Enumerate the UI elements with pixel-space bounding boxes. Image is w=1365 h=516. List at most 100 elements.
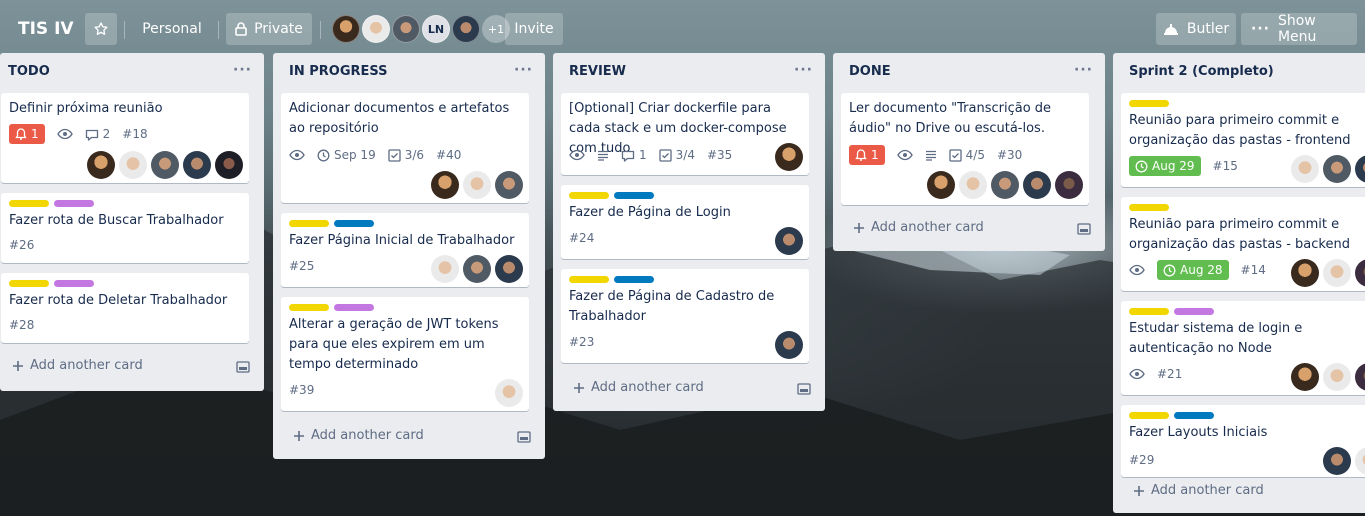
card[interactable]: Fazer de Página de Cadastro de Trabalhad…: [561, 269, 809, 363]
list-title: Sprint 2 (Completo): [1129, 64, 1274, 79]
member-avatar[interactable]: [392, 15, 420, 43]
board-title[interactable]: TIS IV: [18, 13, 74, 45]
butler-button[interactable]: Butler: [1156, 13, 1236, 45]
card-members: [431, 255, 523, 283]
member-avatar[interactable]: [927, 171, 955, 199]
member-avatar[interactable]: [119, 151, 147, 179]
member-avatar[interactable]: [1355, 155, 1365, 183]
card[interactable]: Fazer rota de Buscar Trabalhador #26: [1, 193, 249, 263]
list-title[interactable]: TODO: [8, 64, 50, 79]
add-card-button[interactable]: Add another card: [853, 220, 984, 235]
add-card-label: Add another card: [871, 220, 984, 235]
visibility-private-button[interactable]: Private: [226, 13, 312, 45]
card-members: [1291, 363, 1365, 391]
card-template-icon[interactable]: [236, 361, 250, 373]
member-avatar[interactable]: [1023, 171, 1051, 199]
add-card-button[interactable]: Add another card: [12, 358, 143, 373]
card-badges: #21: [1129, 364, 1182, 384]
member-avatar[interactable]: [1323, 259, 1351, 287]
member-avatar[interactable]: [1355, 259, 1365, 287]
member-avatar[interactable]: [1291, 363, 1319, 391]
card-members: [87, 151, 243, 179]
member-avatar[interactable]: [87, 151, 115, 179]
list-menu-button[interactable]: ···: [514, 62, 533, 78]
card-title: Fazer rota de Buscar Trabalhador: [9, 213, 224, 228]
member-avatar[interactable]: [332, 15, 360, 43]
member-avatar[interactable]: [463, 171, 491, 199]
member-avatar[interactable]: [463, 255, 491, 283]
member-avatar[interactable]: [1291, 259, 1319, 287]
member-avatar[interactable]: [452, 15, 480, 43]
watch-badge: [56, 124, 73, 144]
label-blue: [1174, 412, 1214, 419]
member-avatar[interactable]: [1355, 363, 1365, 391]
card-template-icon[interactable]: [1077, 223, 1091, 235]
card-badges: Sep 19 3/6 #40: [289, 145, 461, 165]
card-id: #26: [9, 238, 35, 252]
show-menu-button[interactable]: ··· Show Menu: [1241, 13, 1357, 45]
member-avatar[interactable]: [1291, 155, 1319, 183]
member-avatar[interactable]: [495, 255, 523, 283]
member-avatar[interactable]: [495, 379, 523, 407]
member-avatar[interactable]: [1323, 363, 1351, 391]
lock-icon: [235, 22, 247, 36]
invite-button[interactable]: Invite: [505, 13, 563, 45]
member-avatar[interactable]: [183, 151, 211, 179]
member-avatar[interactable]: [215, 151, 243, 179]
member-avatar[interactable]: [1055, 171, 1083, 199]
plus-icon: [854, 222, 864, 233]
card-badges: #25: [289, 256, 314, 276]
card[interactable]: Fazer de Página de Login #24: [561, 185, 809, 259]
list-menu-button[interactable]: ···: [233, 62, 252, 78]
card[interactable]: Alterar a geração de JWT tokens para que…: [281, 297, 529, 411]
card-badges: #39: [289, 380, 314, 400]
member-avatar-initials[interactable]: LN: [422, 15, 450, 43]
member-avatar[interactable]: [431, 255, 459, 283]
list-header[interactable]: REVIEW ···: [553, 53, 825, 91]
member-avatar[interactable]: [151, 151, 179, 179]
list-header[interactable]: Sprint 2 (Completo): [1113, 53, 1365, 91]
member-avatar[interactable]: [1323, 447, 1351, 475]
list-header[interactable]: TODO ···: [0, 53, 264, 91]
card[interactable]: Definir próxima reunião 1 2 #18: [1, 93, 249, 183]
add-card-label: Add another card: [591, 380, 704, 395]
star-button[interactable]: [85, 13, 117, 45]
card-members: [431, 171, 523, 199]
member-avatar[interactable]: [991, 171, 1019, 199]
team-personal-button[interactable]: Personal: [132, 13, 212, 45]
card-id: #35: [706, 148, 733, 162]
member-avatar[interactable]: [959, 171, 987, 199]
member-avatar[interactable]: [495, 171, 523, 199]
card-labels: [9, 200, 94, 207]
list-menu-button[interactable]: ···: [794, 62, 813, 78]
card-template-icon[interactable]: [517, 431, 531, 443]
add-card-button[interactable]: Add another card: [1133, 483, 1264, 498]
list-header[interactable]: IN PROGRESS ···: [273, 53, 545, 91]
notification-badge: 1: [849, 145, 885, 165]
card[interactable]: Reunião para primeiro commit e organizaç…: [1121, 197, 1365, 291]
card[interactable]: Adicionar documentos e artefatos ao repo…: [281, 93, 529, 203]
member-avatar[interactable]: [775, 331, 803, 359]
list-menu-button[interactable]: ···: [1074, 62, 1093, 78]
card-labels: [1129, 100, 1169, 107]
card[interactable]: Ler documento "Transcrição de áudio" no …: [841, 93, 1089, 205]
card[interactable]: Estudar sistema de login e autenticação …: [1121, 301, 1365, 395]
add-card-button[interactable]: Add another card: [573, 380, 704, 395]
member-avatar[interactable]: [1323, 155, 1351, 183]
member-avatar[interactable]: [1355, 447, 1365, 475]
card[interactable]: Reunião para primeiro commit e organizaç…: [1121, 93, 1365, 187]
member-avatar[interactable]: [362, 15, 390, 43]
add-card-button[interactable]: Add another card: [293, 428, 424, 443]
card[interactable]: Fazer Layouts Iniciais #29: [1121, 405, 1365, 477]
card[interactable]: Fazer Página Inicial de Trabalhador #25: [281, 213, 529, 287]
member-avatar[interactable]: [431, 171, 459, 199]
card[interactable]: [Optional] Criar dockerfile para cada st…: [561, 93, 809, 175]
card[interactable]: Fazer rota de Deletar Trabalhador #28: [1, 273, 249, 343]
card-template-icon[interactable]: [797, 383, 811, 395]
due-date: Sep 19: [334, 148, 376, 162]
member-avatar[interactable]: [775, 227, 803, 255]
label-purple: [54, 200, 94, 207]
list-header[interactable]: DONE ···: [833, 53, 1105, 91]
member-avatar[interactable]: [775, 143, 803, 171]
checklist-badge: 3/6: [388, 145, 424, 165]
